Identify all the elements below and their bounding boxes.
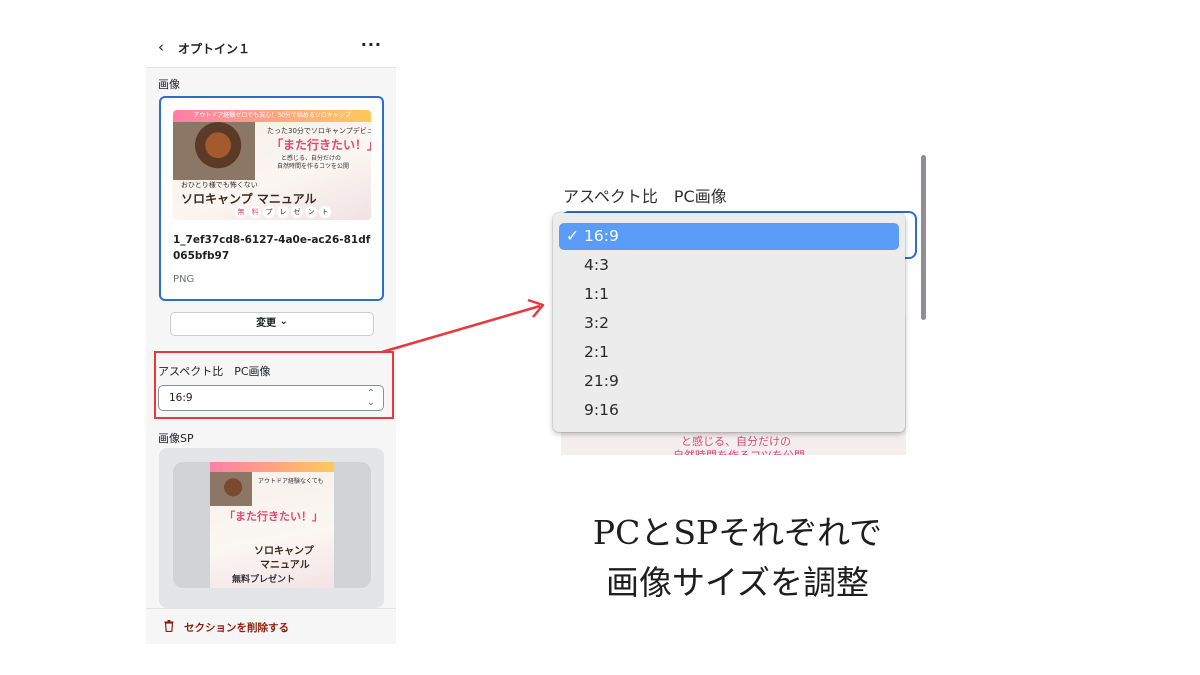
sp-photo: [210, 472, 252, 506]
image-file-type: PNG: [173, 274, 195, 285]
dropdown-option-3-2[interactable]: 3:2: [559, 310, 899, 337]
dropdown-option-1-1[interactable]: 1:1: [559, 281, 899, 308]
caption-line-2: 画像サイズを調整: [605, 563, 869, 602]
more-options-icon[interactable]: ···: [361, 35, 382, 54]
zoomed-dropdown-view: アスペクト比 PC画像 と感じる、自分だけの 自然時間を作るコツを公開 ✓ 16…: [545, 155, 926, 455]
image-thumbnail: アウトドア経験ゼロでも安心！30分で始めるソロキャンプ たった30分でソロキャン…: [173, 110, 371, 220]
dropdown-option-16-9[interactable]: ✓ 16:9: [559, 223, 899, 250]
image-preview-card[interactable]: アウトドア経験ゼロでも安心！30分で始めるソロキャンプ たった30分でソロキャン…: [159, 96, 384, 301]
thumbnail-badge: 料: [249, 206, 261, 218]
chevron-down-icon: ⌄: [279, 316, 288, 327]
dropdown-option-2-1[interactable]: 2:1: [559, 339, 899, 366]
sp-catch: 「また行きたい！」: [224, 510, 323, 523]
thumbnail-catch: 「また行きたい！」: [271, 138, 371, 152]
aspect-ratio-dropdown-menu: ✓ 16:9 4:3 1:1 3:2 2:1 21:9 9:16: [553, 213, 905, 432]
thumbnail-badge: ト: [319, 206, 331, 218]
thumbnail-badge: ン: [305, 206, 317, 218]
thumbnail-badge: 無: [235, 206, 247, 218]
sp-present: 無料プレゼント: [232, 575, 296, 585]
image-file-name: 1_7ef37cd8-6127-4a0e-ac26-81df065bfb97: [173, 234, 371, 262]
delete-section-button[interactable]: セクションを削除する: [184, 620, 289, 635]
image-sp-label: 画像SP: [158, 432, 194, 445]
sp-image-preview-card[interactable]: アウトドア経験なくても 「また行きたい！」 ソロキャンプ マニュアル 無料プレゼ…: [159, 448, 384, 608]
change-image-button[interactable]: 変更 ⌄: [170, 312, 374, 336]
thumbnail-photo: [173, 122, 255, 180]
dropdown-option-4-3[interactable]: 4:3: [559, 252, 899, 279]
change-button-label: 変更: [256, 318, 277, 329]
sp-main-title: ソロキャンプ: [254, 546, 314, 557]
thumbnail-line-1: たった30分でソロキャンプデビュー: [267, 127, 371, 135]
callout-arrow: [381, 298, 545, 354]
thumbnail-badge: レ: [277, 206, 289, 218]
dropdown-option-21-9[interactable]: 21:9: [559, 368, 899, 395]
caption-line-1: PCとSPそれぞれで: [592, 513, 883, 552]
panel-header: ‹ オプトイン１ ···: [146, 30, 396, 68]
sp-line-1: アウトドア経験なくても: [258, 478, 324, 485]
thumbnail-badge: プ: [263, 206, 275, 218]
sp-image: アウトドア経験なくても 「また行きたい！」 ソロキャンプ マニュアル 無料プレゼ…: [210, 462, 334, 588]
thumbnail-badge: ゼ: [291, 206, 303, 218]
trash-icon[interactable]: [164, 620, 174, 632]
thumbnail-line-3: 自然時間を作るコツを公開: [277, 163, 350, 170]
sp-top-banner: [210, 462, 334, 472]
sp-main-title-2: マニュアル: [260, 560, 310, 571]
panel-title: オプトイン１: [178, 42, 251, 56]
back-chevron-icon[interactable]: ‹: [158, 38, 164, 56]
aspect-ratio-highlight: [154, 351, 394, 419]
zoom-bg-line-2: 自然時間を作るコツを公開: [673, 447, 805, 455]
panel-footer: セクションを削除する: [146, 608, 396, 644]
image-field-label: 画像: [158, 78, 180, 91]
thumbnail-main-title: ソロキャンプ マニュアル: [181, 192, 317, 206]
checkmark-icon: ✓: [566, 227, 579, 245]
scrollbar[interactable]: [921, 155, 926, 320]
caption: PCとSPそれぞれで 画像サイズを調整: [560, 508, 915, 608]
dropdown-option-9-16[interactable]: 9:16: [559, 397, 899, 424]
thumbnail-top-banner: アウトドア経験ゼロでも安心！30分で始めるソロキャンプ: [173, 110, 371, 122]
thumbnail-sub-title: おひとり様でも怖くない: [181, 181, 258, 189]
zoom-aspect-ratio-label: アスペクト比 PC画像: [563, 187, 727, 206]
sp-image-thumbnail: アウトドア経験なくても 「また行きたい！」 ソロキャンプ マニュアル 無料プレゼ…: [173, 462, 371, 588]
section-editor-panel: ‹ オプトイン１ ··· 画像 アウトドア経験ゼロでも安心！30分で始めるソロキ…: [146, 30, 396, 644]
thumbnail-badges: 無 料 プ レ ゼ ン ト: [235, 206, 331, 218]
